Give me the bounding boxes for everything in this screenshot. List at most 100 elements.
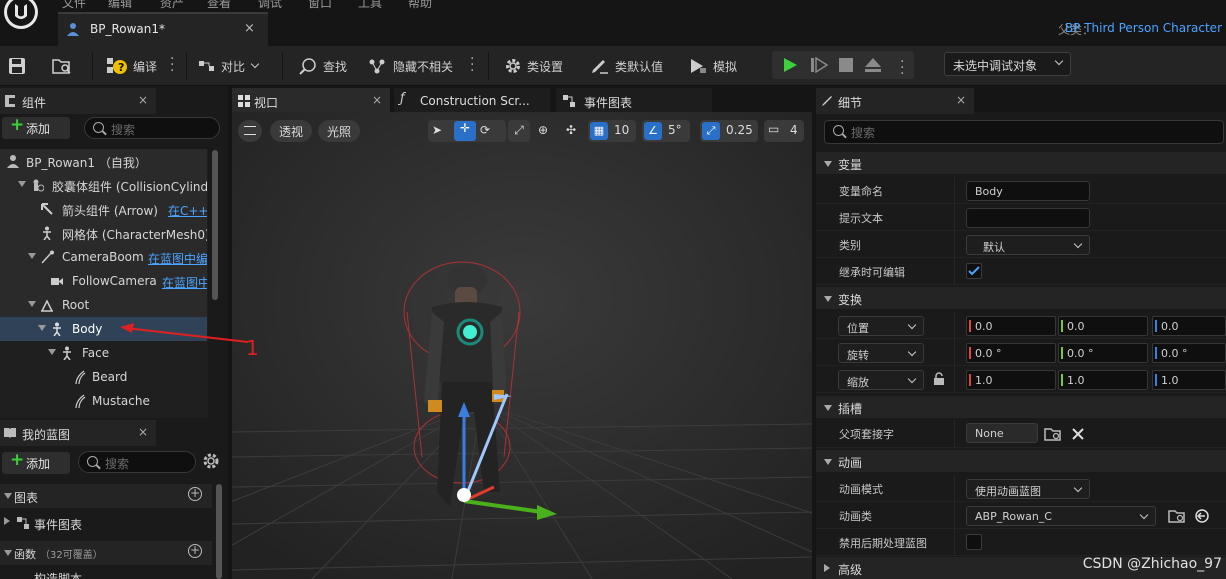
tab-event-graph[interactable]: 事件图表: [556, 88, 712, 114]
tab-construction-script[interactable]: ƒ Construction Scr...: [394, 88, 550, 114]
simulate-button[interactable]: 模拟: [688, 54, 737, 78]
close-icon[interactable]: ×: [138, 425, 148, 439]
tab-viewport[interactable]: 视口 ×: [232, 88, 390, 114]
scale-y-input[interactable]: 1.0: [1058, 370, 1148, 390]
tree-item-root[interactable]: Root: [0, 293, 207, 317]
add-function-icon[interactable]: +: [188, 544, 202, 558]
browse-button[interactable]: [52, 54, 72, 78]
menu-view[interactable]: 查看: [207, 0, 231, 11]
tree-link[interactable]: 在C++中: [168, 202, 207, 219]
menu-tools[interactable]: 工具: [358, 0, 382, 11]
tree-item-followcamera[interactable]: FollowCamera 在蓝图中: [0, 269, 207, 293]
frame-skip-icon[interactable]: [810, 57, 828, 73]
rotation-mode-select[interactable]: 旋转: [838, 343, 924, 363]
surface-snap-button[interactable]: ✣: [560, 120, 582, 142]
perspective-button[interactable]: 透视: [270, 120, 312, 142]
clear-icon[interactable]: [1071, 427, 1085, 441]
menu-asset[interactable]: 资产: [160, 0, 184, 11]
menu-help[interactable]: 帮助: [408, 0, 432, 11]
lock-icon[interactable]: [932, 372, 946, 386]
scale-mode-select[interactable]: 缩放: [838, 370, 924, 390]
scale-z-input[interactable]: 1.0: [1152, 370, 1226, 390]
section-animation[interactable]: 动画: [816, 450, 1226, 472]
expand-arrow-icon[interactable]: [28, 253, 36, 259]
tree-scrollbar[interactable]: [212, 150, 218, 300]
folder-search-icon[interactable]: [1044, 426, 1062, 442]
class-defaults-button[interactable]: 类默认值: [590, 54, 663, 78]
menu-file[interactable]: 文件: [62, 0, 86, 11]
tab-components[interactable]: 组件 ×: [0, 88, 156, 114]
translate-mode-icon[interactable]: ✛: [454, 121, 476, 141]
list-item-event-graph[interactable]: 事件图表: [0, 511, 212, 535]
menu-debug[interactable]: 调试: [258, 0, 282, 11]
coordinate-space-button[interactable]: ⊕: [532, 120, 554, 142]
hide-unrelated-button[interactable]: 隐藏不相关: [368, 54, 453, 78]
camera-speed-button[interactable]: ▭ 4: [764, 120, 804, 142]
gear-icon[interactable]: [202, 452, 220, 470]
stop-icon[interactable]: [838, 57, 854, 73]
tab-details[interactable]: 细节 ×: [816, 88, 974, 114]
menu-window[interactable]: 窗口: [308, 0, 332, 11]
parent-socket-field[interactable]: None: [966, 423, 1038, 443]
expand-arrow-icon[interactable]: [28, 301, 36, 307]
debug-object-select[interactable]: 未选中调试对象: [944, 52, 1071, 76]
scale-mode-button[interactable]: ⤢: [508, 120, 530, 142]
tree-link[interactable]: 在蓝图中: [162, 274, 207, 291]
tree-item-arrow[interactable]: 箭头组件 (Arrow) 在C++中: [0, 197, 207, 221]
expand-arrow-icon[interactable]: [4, 493, 12, 499]
disable-postprocess-checkbox[interactable]: [966, 534, 982, 550]
expand-arrow-icon[interactable]: [4, 517, 10, 525]
eject-icon[interactable]: [864, 57, 882, 73]
class-settings-button[interactable]: 类设置: [504, 54, 563, 78]
section-sockets[interactable]: 插槽: [816, 396, 1226, 418]
section-variable[interactable]: 变量: [816, 152, 1226, 174]
select-mode-icon[interactable]: ➤: [432, 123, 442, 137]
variable-name-input[interactable]: Body: [966, 181, 1090, 201]
viewport-canvas[interactable]: 透视 光照 ➤ ✛ ⟳ ⤢ ⊕ ✣ ▦ 10 ∠ 5° ⤢ 0.25 ▭ 4: [232, 112, 812, 579]
viewport-options-button[interactable]: [238, 120, 262, 142]
section-functions[interactable]: 函数 （32可覆盖） +: [0, 541, 212, 565]
compile-button[interactable]: ? 编译: [106, 54, 157, 78]
save-button[interactable]: [8, 54, 26, 78]
location-z-input[interactable]: 0.0: [1152, 316, 1226, 336]
add-component-button[interactable]: 添加: [2, 115, 70, 139]
expand-arrow-icon[interactable]: [18, 181, 26, 187]
close-icon[interactable]: ×: [956, 93, 966, 107]
hide-options-icon[interactable]: · · ·: [470, 52, 476, 78]
rotation-x-input[interactable]: 0.0 °: [966, 343, 1056, 363]
tree-item-cameraboom[interactable]: CameraBoom 在蓝图中编: [0, 245, 207, 269]
document-tab[interactable]: BP_Rowan1* ×: [58, 12, 268, 46]
section-transform[interactable]: 变换: [816, 287, 1226, 309]
location-y-input[interactable]: 0.0: [1058, 316, 1148, 336]
expand-arrow-icon[interactable]: [4, 550, 12, 556]
category-select[interactable]: 默认: [966, 235, 1090, 255]
play-icon[interactable]: [782, 57, 798, 73]
scale-snap-button[interactable]: ⤢ 0.25: [700, 120, 758, 142]
components-search-input[interactable]: 搜索: [84, 117, 220, 139]
grid-snap-button[interactable]: ▦ 10: [588, 120, 636, 142]
expand-arrow-icon[interactable]: [824, 564, 830, 572]
tree-item-mustache[interactable]: Mustache: [0, 389, 207, 413]
section-graphs[interactable]: 图表 +: [0, 484, 212, 508]
tab-my-blueprint[interactable]: 我的蓝图 ×: [0, 420, 156, 446]
editable-checkbox[interactable]: [966, 263, 982, 279]
find-button[interactable]: 查找: [298, 54, 347, 78]
anim-class-select[interactable]: ABP_Rowan_C: [966, 506, 1156, 526]
lit-mode-button[interactable]: 光照: [318, 120, 360, 142]
tree-item-capsule[interactable]: 胶囊体组件 (CollisionCylind: [0, 173, 207, 197]
location-x-input[interactable]: 0.0: [966, 316, 1056, 336]
folder-search-icon[interactable]: [1168, 508, 1186, 524]
diff-button[interactable]: 对比: [198, 54, 260, 78]
tree-item-mesh[interactable]: 网格体 (CharacterMesh0): [0, 221, 207, 245]
close-icon[interactable]: ×: [244, 21, 255, 36]
rotate-mode-icon[interactable]: ⟳: [480, 123, 490, 137]
animation-mode-select[interactable]: 使用动画蓝图: [966, 479, 1090, 499]
list-item-construction[interactable]: 构造脚本: [0, 570, 212, 579]
tooltip-input[interactable]: [966, 208, 1090, 228]
blueprint-scrollbar[interactable]: [216, 484, 222, 579]
details-search-input[interactable]: 搜索: [824, 120, 1224, 144]
tree-link[interactable]: 在蓝图中编: [148, 250, 207, 267]
expand-arrow-icon[interactable]: [38, 325, 46, 331]
parent-class-link[interactable]: BP Third Person Character: [1065, 21, 1222, 35]
rotation-z-input[interactable]: 0.0 °: [1152, 343, 1226, 363]
